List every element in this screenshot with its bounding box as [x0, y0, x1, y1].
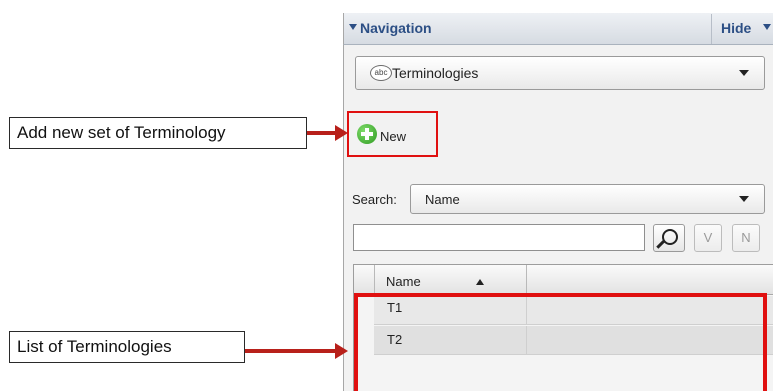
list-highlight [354, 293, 767, 391]
sort-ascending-icon[interactable] [476, 279, 484, 285]
abc-icon: abc [370, 65, 392, 81]
navigation-title: Navigation [360, 20, 432, 36]
arrow-head-icon [335, 343, 348, 359]
arrow-head-icon [335, 125, 348, 141]
chevron-down-icon[interactable] [763, 24, 771, 30]
new-button-label[interactable]: New [380, 129, 406, 144]
dropdown-arrow-icon[interactable] [739, 70, 749, 76]
search-field-dropdown[interactable] [410, 184, 765, 214]
search-input[interactable] [353, 224, 645, 251]
collapse-triangle-icon[interactable] [349, 24, 357, 30]
n-button[interactable]: N [732, 224, 760, 252]
column-divider [374, 265, 375, 295]
v-button[interactable]: V [694, 224, 722, 252]
hide-button[interactable]: Hide [721, 20, 751, 36]
search-field-value: Name [425, 192, 460, 207]
search-label: Search: [352, 192, 397, 207]
column-header-name[interactable]: Name [386, 274, 421, 289]
callout-list: List of Terminologies [9, 331, 245, 363]
plus-icon-bar [365, 128, 369, 140]
callout-add-new: Add new set of Terminology [9, 117, 307, 149]
dropdown-arrow-icon[interactable] [739, 196, 749, 202]
column-divider [526, 265, 527, 295]
module-dropdown-label: Terminologies [392, 65, 479, 81]
callout-arrow [245, 349, 337, 353]
callout-arrow [307, 131, 337, 135]
header-divider [711, 14, 712, 44]
